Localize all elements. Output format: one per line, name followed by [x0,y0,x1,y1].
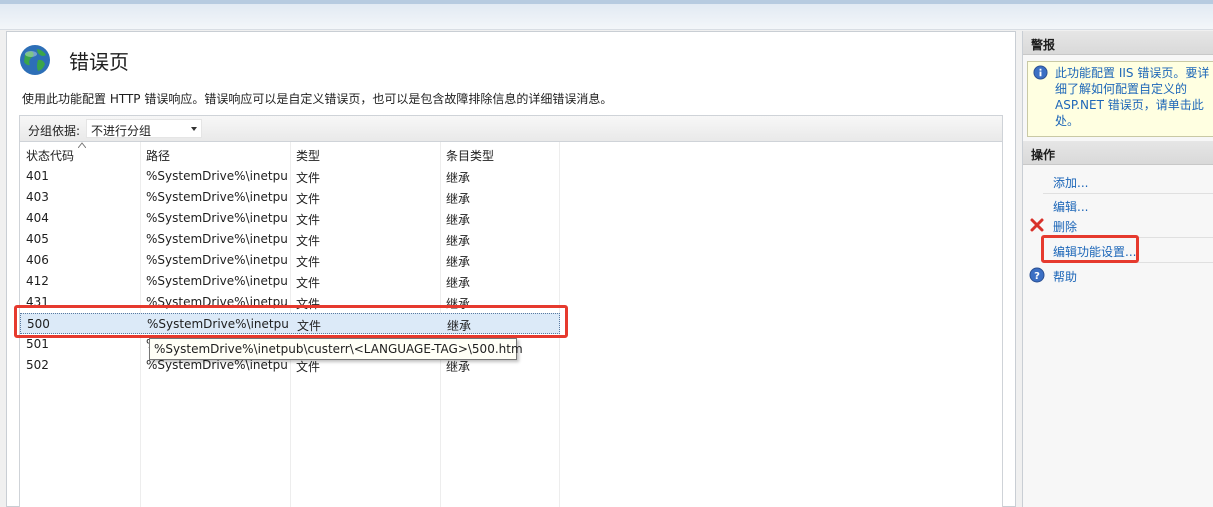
cell-status-code: 403 [26,190,49,204]
delete-icon [1030,218,1044,232]
cell-path: %SystemDrive%\inetpub... [146,190,288,204]
cell-entry-type: 继承 [446,255,471,269]
groupby-toolbar: 分组依据: 不进行分组 [19,115,1003,141]
cell-path: %SystemDrive%\inetpub... [146,169,288,183]
cell-status-code: 404 [26,211,49,225]
cell-status-code: 405 [26,232,49,246]
table-row[interactable]: 401 %SystemDrive%\inetpub... 文件 继承 [20,166,560,187]
alerts-header: 警报 [1023,31,1213,55]
chevron-down-icon [191,127,197,131]
cell-type: 文件 [296,213,321,227]
alerts-title: 警报 [1031,38,1056,52]
column-header-status-code[interactable]: 状态代码 [26,147,74,164]
top-accent-strip [0,0,1213,4]
actions-divider [1043,193,1213,194]
cell-entry-type: 继承 [446,234,471,248]
table-row[interactable]: 404 %SystemDrive%\inetpub... 文件 继承 [20,208,560,229]
cell-status-code: 406 [26,253,49,267]
cell-entry-type: 继承 [446,171,471,185]
groupby-label: 分组依据: [28,124,81,138]
edit-action[interactable]: 编辑... [1053,198,1088,215]
cell-status-code: 401 [26,169,49,183]
table-row[interactable]: 405 %SystemDrive%\inetpub... 文件 继承 [20,229,560,250]
cell-path: %SystemDrive%\inetpub... [146,274,288,288]
cell-path: %SystemDrive%\inetpub... [146,253,288,267]
cell-path: %SystemDrive%\inetpub... [146,358,288,372]
highlight-edit-feature-settings [1041,235,1139,263]
cell-entry-type: 继承 [446,213,471,227]
cell-type: 文件 [296,171,321,185]
actions-title: 操作 [1031,148,1056,162]
help-action[interactable]: 帮助 [1053,268,1077,285]
help-icon: ? [1029,267,1045,283]
table-row[interactable]: 406 %SystemDrive%\inetpub... 文件 继承 [20,250,560,271]
svg-text:?: ? [1034,271,1040,282]
globe-icon [20,45,50,75]
cell-type: 文件 [296,276,321,290]
actions-header: 操作 [1023,141,1213,165]
column-header-entry-type[interactable]: 条目类型 [446,147,494,164]
cell-status-code: 501 [26,337,49,351]
cell-entry-type: 继承 [446,276,471,290]
cell-entry-type: 继承 [446,192,471,206]
page-title: 错误页 [69,50,129,74]
table-row[interactable]: 403 %SystemDrive%\inetpub... 文件 继承 [20,187,560,208]
highlight-selected-row [14,305,568,338]
column-header-path[interactable]: 路径 [146,147,170,164]
window-top-bar [0,0,1213,30]
table-header: 状态代码 路径 类型 条目类型 [20,142,1002,166]
delete-action[interactable]: 删除 [1053,218,1077,235]
info-icon [1033,65,1048,80]
table-row[interactable]: 412 %SystemDrive%\inetpub... 文件 继承 [20,271,560,292]
alert-link[interactable]: 此功能配置 IIS 错误页。要详细了解如何配置自定义的 ASP.NET 错误页，… [1055,65,1211,129]
alert-message-box: 此功能配置 IIS 错误页。要详细了解如何配置自定义的 ASP.NET 错误页，… [1027,61,1213,137]
add-action[interactable]: 添加... [1053,174,1088,191]
cell-status-code: 502 [26,358,49,372]
cell-type: 文件 [296,360,321,374]
actions-pane: 警报 此功能配置 IIS 错误页。要详细了解如何配置自定义的 ASP.NET 错… [1022,31,1213,507]
cell-type: 文件 [296,234,321,248]
cell-status-code: 412 [26,274,49,288]
cell-type: 文件 [296,255,321,269]
error-pages-panel: 错误页 使用此功能配置 HTTP 错误响应。错误响应可以是自定义错误页，也可以是… [6,31,1016,507]
cell-entry-type: 继承 [446,360,471,374]
cell-type: 文件 [296,192,321,206]
column-header-type[interactable]: 类型 [296,147,320,164]
page-description: 使用此功能配置 HTTP 错误响应。错误响应可以是自定义错误页，也可以是包含故障… [22,92,613,106]
groupby-dropdown[interactable]: 不进行分组 [86,119,202,138]
cell-path: %SystemDrive%\inetpub... [146,232,288,246]
sort-ascending-icon [78,142,86,148]
cell-path: %SystemDrive%\inetpub... [146,211,288,225]
path-tooltip: %SystemDrive%\inetpub\custerr\<LANGUAGE-… [149,338,523,360]
groupby-value: 不进行分组 [91,124,152,138]
